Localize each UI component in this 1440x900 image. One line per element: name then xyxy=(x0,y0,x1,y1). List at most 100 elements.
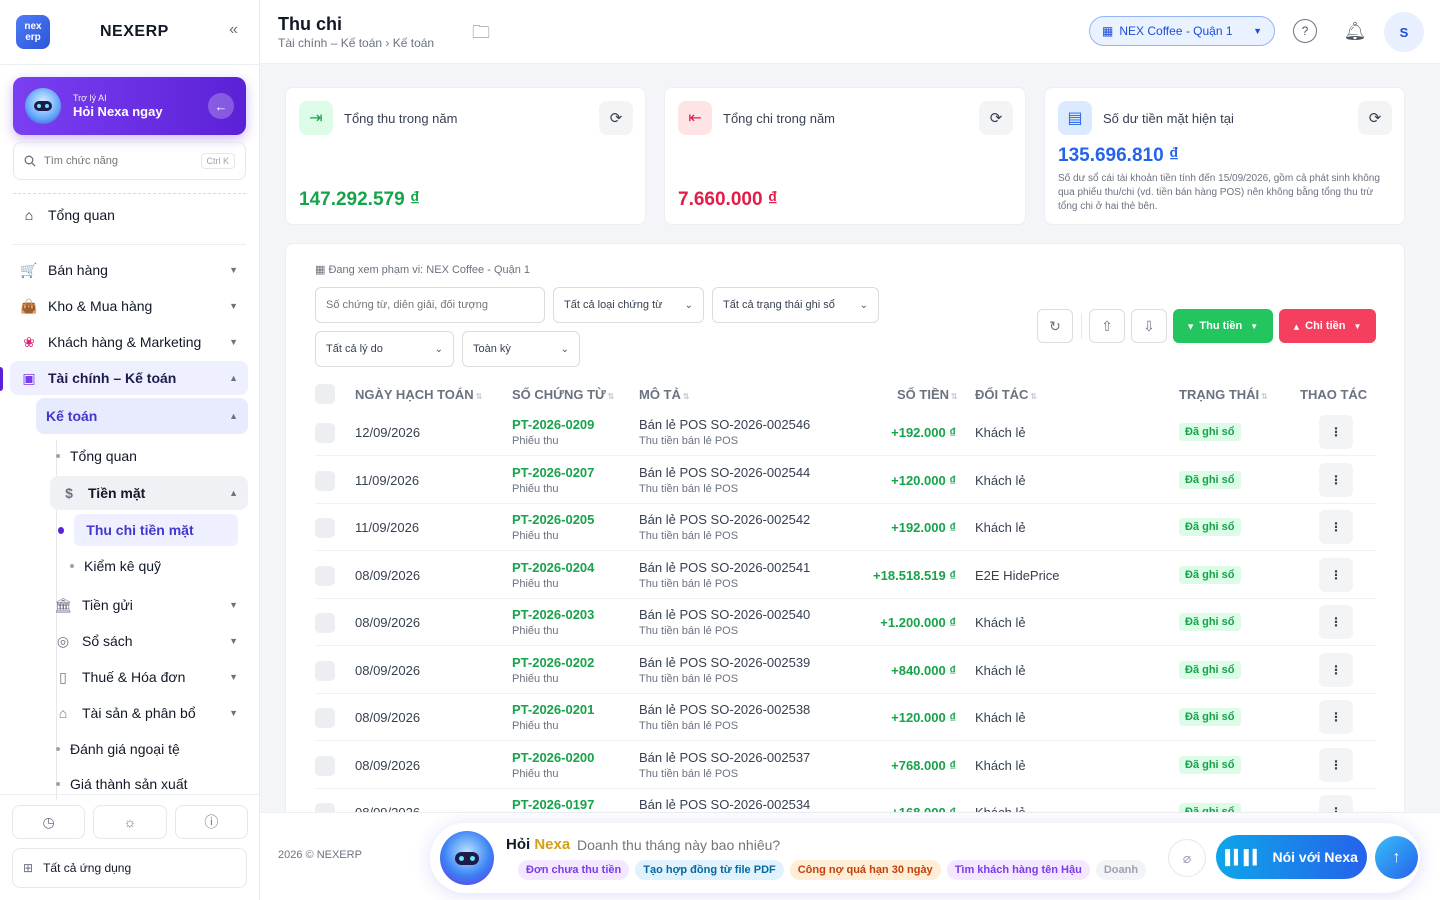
row-more-button[interactable]: ⋮ xyxy=(1319,462,1353,497)
function-search[interactable]: Ctrl K xyxy=(13,142,246,180)
col-posting-date[interactable]: NGÀY HẠCH TOÁN ⇅ xyxy=(355,387,482,402)
transaction-search-input[interactable] xyxy=(326,299,534,311)
period-select[interactable]: Toàn kỳ ⌄ xyxy=(462,331,580,367)
voucher-link[interactable]: PT-2026-0207 xyxy=(512,465,594,480)
row-more-button[interactable]: ⋮ xyxy=(1319,652,1353,687)
import-button[interactable]: ⇩ xyxy=(1131,309,1167,343)
row-more-button[interactable]: ⋮ xyxy=(1319,510,1353,544)
voucher-link[interactable]: PT-2026-0202 xyxy=(512,655,594,670)
col-status[interactable]: TRẠNG THÁI ⇅ xyxy=(1179,387,1268,402)
sidebar-item-inventory[interactable]: 👜 Kho & Mua hàng ▼ xyxy=(10,289,248,323)
row-checkbox[interactable] xyxy=(315,518,335,538)
sidebar-item-sales[interactable]: 🛒 Bán hàng ▼ xyxy=(10,253,248,287)
col-voucher-no[interactable]: SỐ CHỨNG TỪ ⇅ xyxy=(512,387,615,402)
row-more-button[interactable]: ⋮ xyxy=(1319,557,1353,592)
row-more-button[interactable]: ⋮ xyxy=(1319,747,1353,782)
voucher-link[interactable]: PT-2026-0204 xyxy=(512,560,594,575)
reload-button[interactable]: ↻ xyxy=(1037,309,1073,343)
voucher-link[interactable]: PT-2026-0209 xyxy=(512,417,594,432)
history-icon[interactable]: ◷ xyxy=(12,805,86,839)
status-badge: Đã ghi sổ xyxy=(1179,613,1241,631)
income-icon: ⇥ xyxy=(299,101,333,135)
row-checkbox[interactable] xyxy=(315,470,335,491)
row-checkbox[interactable] xyxy=(315,613,335,633)
divider xyxy=(0,64,260,65)
select-all-checkbox[interactable] xyxy=(315,384,335,404)
function-search-input[interactable] xyxy=(44,155,184,167)
sidebar-item-production-cost[interactable]: Giá thành sản xuất xyxy=(46,768,248,794)
col-amount[interactable]: SỐ TIỀN ⇅ xyxy=(897,387,958,402)
ask-nexa-input[interactable] xyxy=(577,837,1057,853)
suggestion-chip[interactable]: Tạo hợp đồng từ file PDF xyxy=(635,860,784,880)
voucher-type: Phiếu thu xyxy=(512,482,559,495)
row-checkbox[interactable] xyxy=(315,565,335,586)
avatar[interactable]: S xyxy=(1384,12,1424,52)
pay-money-button[interactable]: ▴ Chi tiền ▼ xyxy=(1279,309,1376,343)
voucher-link[interactable]: PT-2026-0197 xyxy=(512,797,594,812)
row-more-button[interactable]: ⋮ xyxy=(1319,605,1353,639)
posting-status-select[interactable]: Tất cả trạng thái ghi sổ ⌄ xyxy=(712,287,879,323)
sidebar-item-assets[interactable]: ⌂ Tài sản & phân bổ ▼ xyxy=(44,696,248,730)
branch-selector[interactable]: ▦ NEX Coffee - Quận 1 ▼ xyxy=(1089,16,1275,46)
sidebar-item-deposits[interactable]: 🏛 Tiền gửi ▼ xyxy=(44,588,248,622)
refresh-icon[interactable]: ⟳ xyxy=(599,101,633,135)
sidebar-item-customers[interactable]: ❀ Khách hàng & Marketing ▼ xyxy=(10,325,248,359)
table-row[interactable]: 08/09/2026 PT-2026-0201 Phiếu thu Bán lẻ PO… xyxy=(315,694,1377,741)
suggestion-chip[interactable]: Đơn chưa thu tiền xyxy=(518,860,630,880)
transaction-search[interactable] xyxy=(315,287,545,323)
refresh-icon[interactable]: ⟳ xyxy=(979,101,1013,135)
export-button[interactable]: ⇧ xyxy=(1089,309,1125,343)
sidebar-item-finance[interactable]: ▣ Tài chính – Kế toán ▲ xyxy=(10,361,248,395)
sidebar-item-fx-revaluation[interactable]: Đánh giá ngoại tệ xyxy=(46,732,248,766)
receive-money-button[interactable]: ▾ Thu tiền ▼ xyxy=(1173,309,1273,343)
col-partner[interactable]: ĐỐI TÁC ⇅ xyxy=(975,387,1037,402)
sidebar-item-tax-invoices[interactable]: ▯ Thuế & Hóa đơn ▼ xyxy=(44,660,248,694)
talk-to-nexa-button[interactable]: ▌▍▌▍ Nói với Nexa xyxy=(1216,835,1367,879)
sidebar-item-label: Tiền mặt xyxy=(88,485,146,501)
suggestion-chip[interactable]: Công nợ quá hạn 30 ngày xyxy=(789,860,941,880)
reason-select[interactable]: Tất cả lý do ⌄ xyxy=(315,331,454,367)
sidebar-item-accounting-overview[interactable]: Tổng quan xyxy=(46,439,248,473)
sidebar-item-cash[interactable]: $ Tiền mặt ▲ xyxy=(50,476,248,510)
voucher-link[interactable]: PT-2026-0205 xyxy=(512,512,594,527)
table-row[interactable]: 11/09/2026 PT-2026-0207 Phiếu thu Bán lẻ PO… xyxy=(315,457,1377,504)
all-apps-button[interactable]: ⊞ Tất cả ứng dụng xyxy=(12,848,247,888)
col-description[interactable]: MÔ TẢ ⇅ xyxy=(639,387,690,402)
sidebar-item-ledgers[interactable]: ◎ Sổ sách ▼ xyxy=(44,624,248,658)
row-more-button[interactable]: ⋮ xyxy=(1319,415,1353,449)
ask-nexa-bar: Hỏi Nexa Đơn chưa thu tiềnTạo hợp đồng t… xyxy=(430,823,1420,893)
sidebar-item-accounting[interactable]: Kế toán ▲ xyxy=(36,398,248,434)
table-row[interactable]: 08/09/2026 PT-2026-0200 Phiếu thu Bán lẻ PO… xyxy=(315,742,1377,789)
row-more-button[interactable]: ⋮ xyxy=(1319,700,1353,734)
sidebar-item-overview[interactable]: ⌂ Tổng quan xyxy=(10,198,248,232)
row-checkbox[interactable] xyxy=(315,708,335,728)
send-button[interactable]: ↑ xyxy=(1375,836,1418,879)
sidebar-item-cash-count[interactable]: Kiểm kê quỹ xyxy=(60,549,248,583)
theme-icon[interactable]: ☼ xyxy=(93,805,167,839)
voucher-link[interactable]: PT-2026-0200 xyxy=(512,750,594,765)
sidebar-item-cash-receipts[interactable]: Thu chi tiền mặt xyxy=(48,513,248,547)
ask-nexa-card[interactable]: Trợ lý AI Hỏi Nexa ngay ← xyxy=(13,77,246,135)
table-row[interactable]: 12/09/2026 PT-2026-0209 Phiếu thu Bán lẻ PO… xyxy=(315,409,1377,456)
description-detail: Thu tiền bán lẻ POS xyxy=(639,482,739,495)
row-checkbox[interactable] xyxy=(315,423,335,443)
suggestion-chip[interactable]: Tìm khách hàng tên Hậu xyxy=(946,860,1090,880)
table-row[interactable]: 08/09/2026 PT-2026-0204 Phiếu thu Bán lẻ PO… xyxy=(315,552,1377,599)
table-row[interactable]: 08/09/2026 PT-2026-0202 Phiếu thu Bán lẻ PO… xyxy=(315,647,1377,694)
help-icon[interactable]: ? xyxy=(1293,19,1317,43)
collapse-sidebar-icon[interactable]: « xyxy=(229,21,238,39)
paperclip-icon[interactable]: ⌀ xyxy=(1168,839,1206,877)
voucher-link[interactable]: PT-2026-0201 xyxy=(512,702,594,717)
suggestion-chip[interactable]: Doanh xyxy=(1095,860,1147,880)
folder-icon[interactable]: 🗀 xyxy=(472,20,490,50)
row-checkbox[interactable] xyxy=(315,755,335,776)
table-row[interactable]: 11/09/2026 PT-2026-0205 Phiếu thu Bán lẻ PO… xyxy=(315,504,1377,551)
table-row[interactable]: 08/09/2026 PT-2026-0203 Phiếu thu Bán lẻ PO… xyxy=(315,599,1377,646)
voucher-type-select[interactable]: Tất cả loại chứng từ ⌄ xyxy=(553,287,704,323)
bell-icon[interactable]: 🔔︎ xyxy=(1343,19,1367,43)
voucher-link[interactable]: PT-2026-0203 xyxy=(512,607,594,622)
description: Bán lẻ POS SO-2026-002539 xyxy=(639,654,811,670)
refresh-icon[interactable]: ⟳ xyxy=(1358,101,1392,135)
row-checkbox[interactable] xyxy=(315,660,335,681)
alert-icon[interactable]: ⓘ xyxy=(174,805,248,839)
